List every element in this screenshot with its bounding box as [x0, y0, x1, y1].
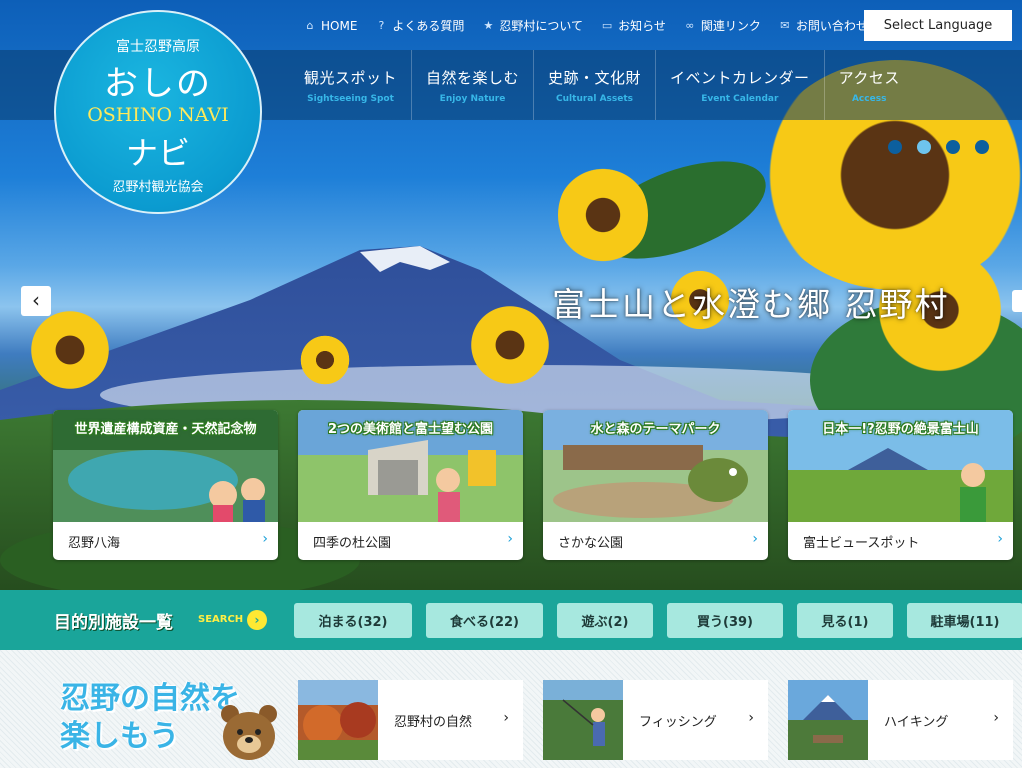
hero-slider: ⌂ HOME ? よくある質問 ★ 忍野村について ▭ お知らせ ∞ 関連リンク ✉ お問い…	[0, 0, 1022, 590]
nature-card-label: 忍野村の自然	[394, 715, 473, 730]
chevron-right-icon: ›	[993, 710, 999, 726]
link-icon: ∞	[685, 18, 695, 32]
slider-next-button[interactable]	[1012, 290, 1022, 312]
feature-cards: 世界遺産構成資産・天然記念物 忍野八海 › 2つの美術館と富士望む公園 四季の杜…	[53, 410, 1013, 560]
nature-cards: 忍野村の自然 › フィッシング › ハイキング ›	[298, 680, 1013, 760]
nav-event-calendar[interactable]: イベントカレンダー Event Calendar	[656, 50, 825, 120]
slider-prev-button[interactable]: ‹	[21, 286, 51, 316]
chevron-left-icon: ‹	[32, 288, 40, 312]
nav-enjoy-nature[interactable]: 自然を楽しむ Enjoy Nature	[412, 50, 535, 120]
slider-dot[interactable]	[946, 140, 960, 154]
slider-dot-active[interactable]	[917, 140, 931, 154]
nav-access[interactable]: アクセス Access	[825, 50, 914, 120]
home-icon: ⌂	[306, 18, 314, 32]
chevron-right-icon: ›	[262, 531, 268, 547]
facility-search-bar: 目的別施設一覧 SEARCH › 泊まる(32) 食べる(22) 遊ぶ(2) 買…	[0, 590, 1022, 650]
card-tag: 世界遺産構成資産・天然記念物	[74, 422, 257, 437]
card-thumbnail	[788, 680, 868, 760]
nav-cultural-assets[interactable]: 史跡・文化財 Cultural Assets	[534, 50, 657, 120]
sunflower-decoration	[470, 305, 550, 385]
chevron-right-icon: ›	[752, 531, 758, 547]
chevron-right-circle-icon: ›	[247, 610, 267, 630]
bear-mascot-icon	[221, 705, 277, 760]
question-icon: ?	[378, 18, 385, 32]
category-parking-button[interactable]: 駐車場(11)	[907, 603, 1022, 638]
feature-card-oshino-hakkai[interactable]: 世界遺産構成資産・天然記念物 忍野八海 ›	[53, 410, 278, 560]
select-language-button[interactable]: Select Language	[864, 10, 1012, 41]
sunflower-decoration	[30, 310, 110, 390]
mail-icon: ✉	[780, 18, 790, 32]
logo-english: OSHINO NAVI	[87, 104, 229, 126]
slider-dot[interactable]	[888, 140, 902, 154]
feature-card-shiki-no-mori[interactable]: 2つの美術館と富士望む公園 四季の杜公園 ›	[298, 410, 523, 560]
feature-card-fuji-view-spot[interactable]: 日本一!?忍野の絶景富士山 富士ビュースポット ›	[788, 410, 1013, 560]
nature-card-label: ハイキング	[884, 715, 949, 730]
chevron-right-icon: ›	[503, 710, 509, 726]
utility-link-related[interactable]: ∞ 関連リンク	[684, 17, 761, 34]
category-see-button[interactable]: 見る(1)	[797, 603, 893, 638]
nature-card-oshino-nature[interactable]: 忍野村の自然 ›	[298, 680, 523, 760]
search-keyword: SEARCH	[198, 614, 244, 625]
site-logo[interactable]: 富士忍野高原 おしの OSHINO NAVI ナビ 忍野村観光協会	[54, 10, 262, 214]
chevron-right-icon: ›	[507, 531, 513, 547]
category-buy-button[interactable]: 買う(39)	[667, 603, 783, 638]
utility-link-contact[interactable]: ✉ お問い合わせ	[779, 17, 868, 34]
utility-nav: ⌂ HOME ? よくある質問 ★ 忍野村について ▭ お知らせ ∞ 関連リンク ✉ お問い…	[304, 17, 868, 34]
card-label: 忍野八海	[68, 536, 121, 551]
card-tag: 2つの美術館と富士望む公園	[327, 422, 494, 437]
category-eat-button[interactable]: 食べる(22)	[426, 603, 543, 638]
logo-subtitle: 富士忍野高原	[116, 39, 200, 55]
logo-title-2: ナビ	[125, 134, 190, 172]
nature-card-fishing[interactable]: フィッシング ›	[543, 680, 768, 760]
sunflower-decoration	[558, 165, 648, 265]
utility-link-news[interactable]: ▭ お知らせ	[601, 17, 666, 34]
star-icon: ★	[483, 18, 494, 32]
nature-title: 忍野の自然を 楽しもう	[60, 681, 240, 754]
card-label: 富士ビュースポット	[803, 536, 920, 551]
nature-section: 忍野の自然を 楽しもう 忍野村の自然 › フィッシング › ハイキング ›	[0, 650, 1022, 768]
nature-card-label: フィッシング	[639, 715, 717, 730]
slider-dot[interactable]	[975, 140, 989, 154]
category-stay-button[interactable]: 泊まる(32)	[294, 603, 412, 638]
chat-icon: ▭	[601, 18, 613, 32]
category-play-button[interactable]: 遊ぶ(2)	[557, 603, 653, 638]
utility-link-about[interactable]: ★ 忍野村について	[482, 17, 583, 34]
utility-link-faq[interactable]: ? よくある質問	[375, 17, 464, 34]
logo-title: おしの	[104, 64, 212, 104]
slider-dots	[888, 140, 989, 154]
card-label: 四季の杜公園	[313, 536, 392, 551]
card-thumbnail	[543, 680, 623, 760]
search-title: 目的別施設一覧	[54, 613, 173, 633]
logo-org-name: 忍野村観光協会	[112, 180, 204, 195]
nav-sightseeing-spot[interactable]: 観光スポット Sightseeing Spot	[290, 50, 413, 120]
chevron-right-icon: ›	[997, 531, 1003, 547]
nature-card-hiking[interactable]: ハイキング ›	[788, 680, 1013, 760]
card-thumbnail	[298, 680, 378, 760]
sunflower-decoration	[300, 335, 350, 385]
hero-title: 富士山と水澄む郷 忍野村	[552, 285, 950, 324]
card-label: さかな公園	[558, 536, 624, 551]
utility-link-home[interactable]: ⌂ HOME	[304, 17, 358, 34]
category-buttons: 泊まる(32) 食べる(22) 遊ぶ(2) 買う(39) 見る(1) 駐車場(1…	[294, 603, 1022, 638]
card-tag: 日本一!?忍野の絶景富士山	[822, 422, 979, 437]
feature-card-sakana-park[interactable]: 水と森のテーマパーク さかな公園 ›	[543, 410, 768, 560]
chevron-right-icon: ›	[748, 710, 754, 726]
card-tag: 水と森のテーマパーク	[590, 422, 721, 437]
